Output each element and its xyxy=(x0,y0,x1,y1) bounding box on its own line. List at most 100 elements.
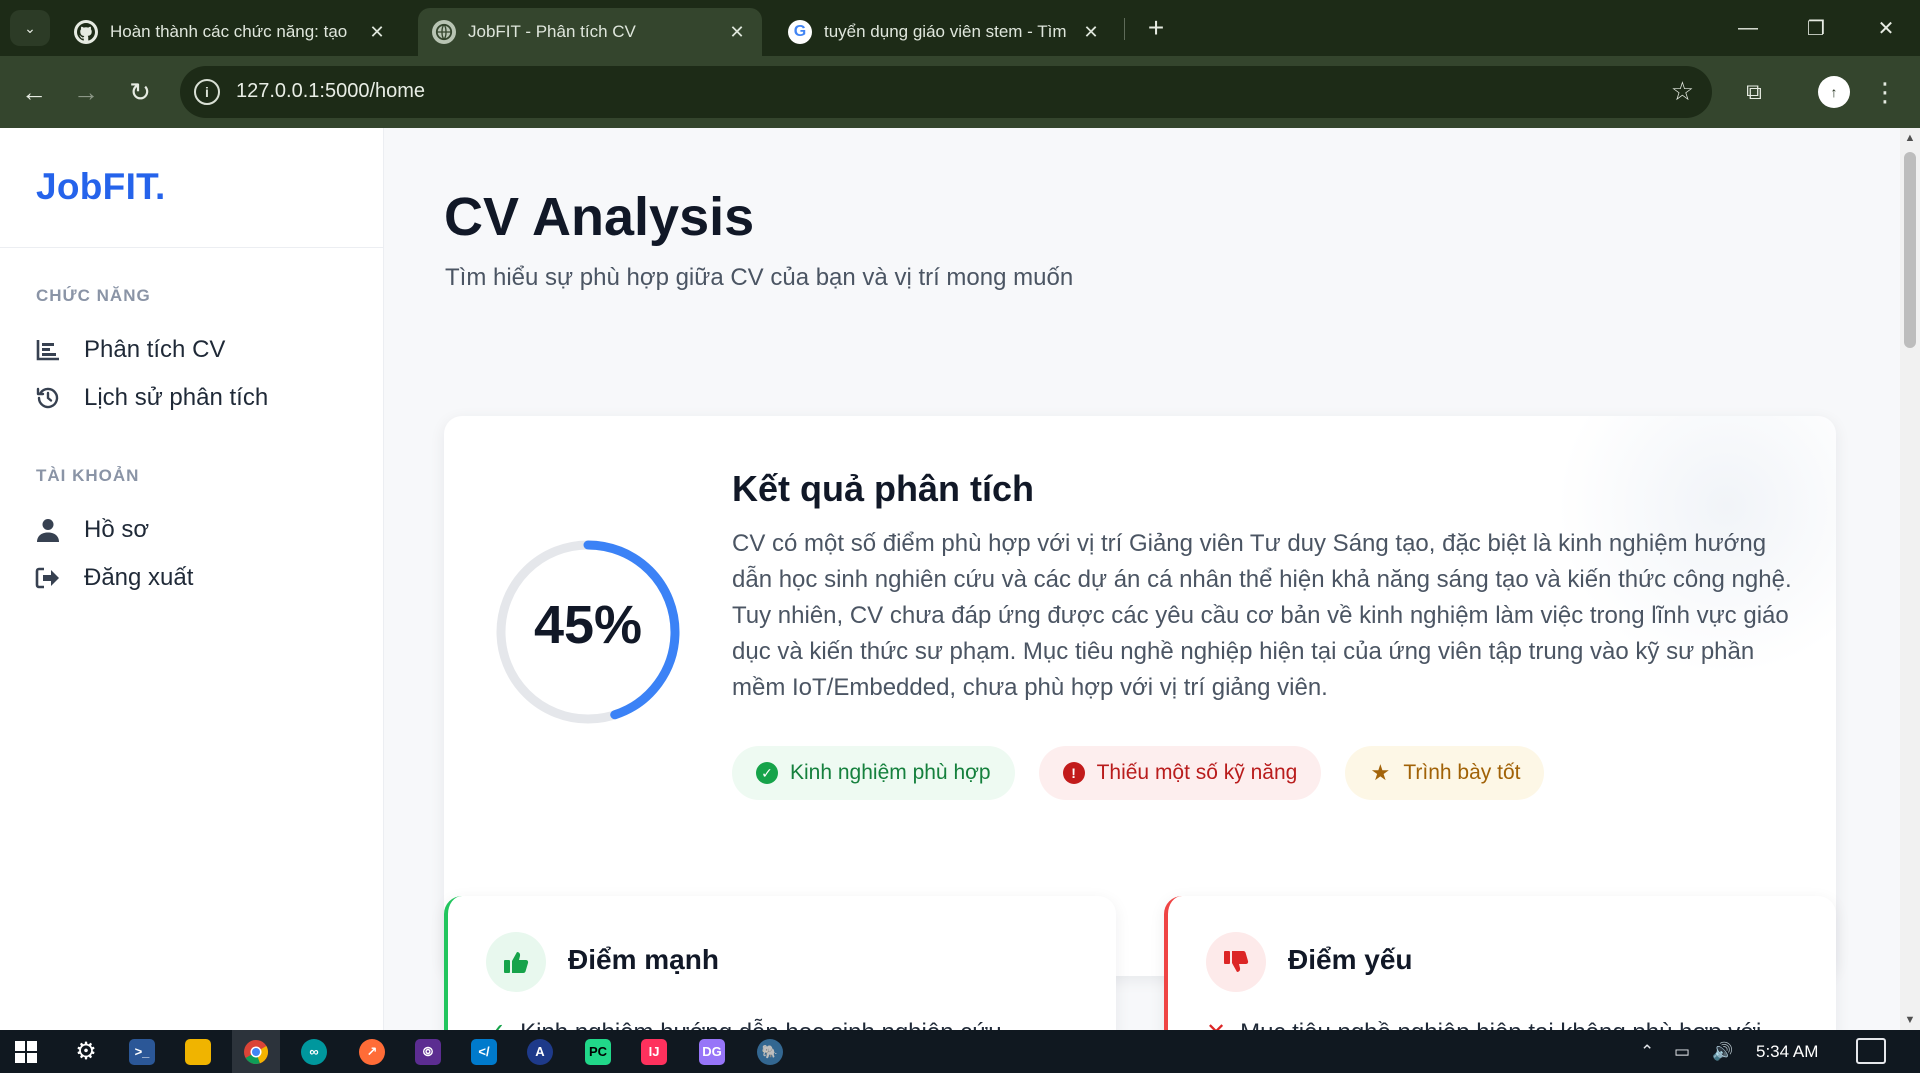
profile-avatar[interactable]: ↑ xyxy=(1818,76,1850,108)
nav-section-title: CHỨC NĂNG xyxy=(36,286,151,305)
google-icon: G xyxy=(788,20,812,44)
tray-chevron-icon[interactable]: ⌃ xyxy=(1640,1030,1654,1073)
page-subtitle: Tìm hiểu sự phù hợp giữa CV của bạn và v… xyxy=(445,264,1074,291)
postman-icon[interactable]: ↗ xyxy=(348,1030,396,1073)
x-icon: ✕ xyxy=(1206,1018,1226,1030)
new-tab-button[interactable]: + xyxy=(1138,10,1174,46)
url-text[interactable]: 127.0.0.1:5000/home xyxy=(236,80,425,103)
battery-icon[interactable]: ▭ xyxy=(1674,1030,1690,1073)
restore-button[interactable]: ❐ xyxy=(1786,8,1846,48)
vscode-icon[interactable]: </ xyxy=(460,1030,508,1073)
strength-item: ✓ Kinh nghiệm hướng dẫn học sinh nghiên … xyxy=(486,1018,1002,1031)
chrome-icon[interactable] xyxy=(232,1030,280,1073)
taskbar: ⚙ >_ ∞ ↗ ⦾ </ A PC IJ DG 🐘 ⌃ ▭ 🔊 5:34 AM xyxy=(0,1030,1920,1073)
browser-tab-bar: ⌄ Hoàn thành các chức năng: tạo ✕ JobFIT… xyxy=(0,0,1920,56)
divider xyxy=(0,247,384,248)
check-circle-icon: ✓ xyxy=(756,762,778,784)
weaknesses-card: Điểm yếu ✕ Mục tiêu nghề nghiệp hiện tại… xyxy=(1164,896,1836,1030)
address-bar[interactable]: i 127.0.0.1:5000/home ☆ xyxy=(180,66,1712,118)
thumbs-up-icon xyxy=(486,932,546,992)
exclamation-circle-icon: ! xyxy=(1062,762,1085,784)
tab-title: tuyển dụng giáo viên stem - Tìm xyxy=(824,22,1067,41)
tab-title: Hoàn thành các chức năng: tạo xyxy=(110,22,348,41)
visual-studio-icon[interactable]: ⦾ xyxy=(404,1030,452,1073)
tag-good-presentation: ★ Trình bày tốt xyxy=(1345,746,1545,800)
forward-button[interactable]: → xyxy=(66,72,106,112)
weaknesses-title: Điểm yếu xyxy=(1288,944,1413,975)
result-title: Kết quả phân tích xyxy=(732,468,1035,509)
bookmark-star-icon[interactable]: ☆ xyxy=(1671,76,1694,107)
scroll-thumb[interactable] xyxy=(1904,152,1916,348)
nav-section-title: TÀI KHOẢN xyxy=(36,466,140,485)
file-explorer-icon[interactable] xyxy=(174,1030,222,1073)
clock[interactable]: 5:34 AM xyxy=(1756,1042,1818,1062)
tab-search-button[interactable]: ⌄ xyxy=(10,10,50,46)
page-title: CV Analysis xyxy=(444,187,755,247)
strength-item-text: Kinh nghiệm hướng dẫn học sinh nghiên cứ… xyxy=(520,1019,1002,1031)
result-tags: ✓ Kinh nghiệm phù hợp ! Thiếu một số kỹ … xyxy=(732,746,1568,800)
browser-toolbar: ← → ↻ i 127.0.0.1:5000/home ☆ ⧉ ↑ ⋮ xyxy=(0,56,1920,128)
minimize-icon: — xyxy=(1738,16,1758,39)
tag-good-experience: ✓ Kinh nghiệm phù hợp xyxy=(732,746,1015,800)
scroll-down-icon[interactable]: ▼ xyxy=(1900,1010,1920,1030)
plus-icon: + xyxy=(1147,12,1165,43)
chevron-down-icon: ⌄ xyxy=(24,19,36,36)
close-icon[interactable]: ✕ xyxy=(726,22,748,43)
tab-google[interactable]: G tuyển dụng giáo viên stem - Tìm ✕ xyxy=(774,8,1116,56)
sidebar-item-analyze-cv[interactable]: Phân tích CV xyxy=(30,330,350,370)
close-icon[interactable]: ✕ xyxy=(1080,22,1102,43)
bar-chart-icon xyxy=(30,335,66,365)
app-a-icon[interactable]: A xyxy=(516,1030,564,1073)
tab-separator xyxy=(1124,18,1125,40)
weakness-item-text: Mục tiêu nghề nghiệp hiện tại không phù … xyxy=(1240,1019,1761,1031)
close-window-button[interactable]: ✕ xyxy=(1856,8,1916,48)
tag-label: Kinh nghiệm phù hợp xyxy=(790,761,991,784)
settings-gear-icon[interactable]: ⚙ xyxy=(62,1030,110,1073)
score-value: 45% xyxy=(533,595,643,655)
scroll-up-icon[interactable]: ▲ xyxy=(1900,128,1920,148)
weakness-item: ✕ Mục tiêu nghề nghiệp hiện tại không ph… xyxy=(1206,1018,1761,1031)
minimize-button[interactable]: — xyxy=(1718,8,1778,48)
strengths-card: Điểm mạnh ✓ Kinh nghiệm hướng dẫn học si… xyxy=(444,896,1116,1030)
score-ring: 45% xyxy=(496,540,680,724)
sidebar: JobFIT. CHỨC NĂNG Phân tích CV Lịch sử p… xyxy=(0,128,384,1030)
close-icon[interactable]: ✕ xyxy=(366,22,388,43)
kebab-menu-icon[interactable]: ⋮ xyxy=(1870,72,1900,112)
github-icon xyxy=(74,20,98,44)
info-icon[interactable]: i xyxy=(194,79,220,105)
windows-start-icon[interactable] xyxy=(2,1030,50,1073)
sidebar-item-label: Đăng xuất xyxy=(84,564,194,591)
sidebar-item-label: Lịch sử phân tích xyxy=(84,384,269,411)
sidebar-item-history[interactable]: Lịch sử phân tích xyxy=(30,378,350,418)
sidebar-item-label: Hồ sơ xyxy=(84,516,150,543)
app-logo[interactable]: JobFIT. xyxy=(36,166,166,208)
check-icon: ✓ xyxy=(486,1018,506,1030)
tab-title: JobFIT - Phân tích CV xyxy=(468,22,636,41)
history-icon xyxy=(30,383,66,413)
notification-icon[interactable] xyxy=(1856,1038,1886,1064)
extensions-icon[interactable]: ⧉ xyxy=(1734,72,1774,112)
thumbs-down-icon xyxy=(1206,932,1266,992)
tab-jobfit[interactable]: JobFIT - Phân tích CV ✕ xyxy=(418,8,762,56)
postgresql-icon[interactable]: 🐘 xyxy=(746,1030,794,1073)
tab-github[interactable]: Hoàn thành các chức năng: tạo ✕ xyxy=(60,8,402,56)
sidebar-item-profile[interactable]: Hồ sơ xyxy=(30,510,350,550)
powershell-icon[interactable]: >_ xyxy=(118,1030,166,1073)
sidebar-item-logout[interactable]: Đăng xuất xyxy=(30,558,350,598)
analysis-result-card: 45% Kết quả phân tích CV có một số điểm … xyxy=(444,416,1836,976)
intellij-icon[interactable]: IJ xyxy=(630,1030,678,1073)
page-scrollbar[interactable]: ▲ ▼ xyxy=(1900,128,1920,1030)
globe-icon xyxy=(432,20,456,44)
reload-button[interactable]: ↻ xyxy=(120,72,160,112)
pycharm-icon[interactable]: PC xyxy=(574,1030,622,1073)
arrow-right-icon: → xyxy=(73,76,99,107)
user-icon xyxy=(30,515,66,545)
back-button[interactable]: ← xyxy=(14,72,54,112)
volume-icon[interactable]: 🔊 xyxy=(1712,1030,1733,1073)
datagrip-icon[interactable]: DG xyxy=(688,1030,736,1073)
tag-label: Thiếu một số kỹ năng xyxy=(1096,761,1298,784)
tag-label: Trình bày tốt xyxy=(1403,761,1521,784)
logout-icon xyxy=(30,563,66,593)
arduino-icon[interactable]: ∞ xyxy=(290,1030,338,1073)
tag-missing-skills: ! Thiếu một số kỹ năng xyxy=(1038,746,1322,800)
